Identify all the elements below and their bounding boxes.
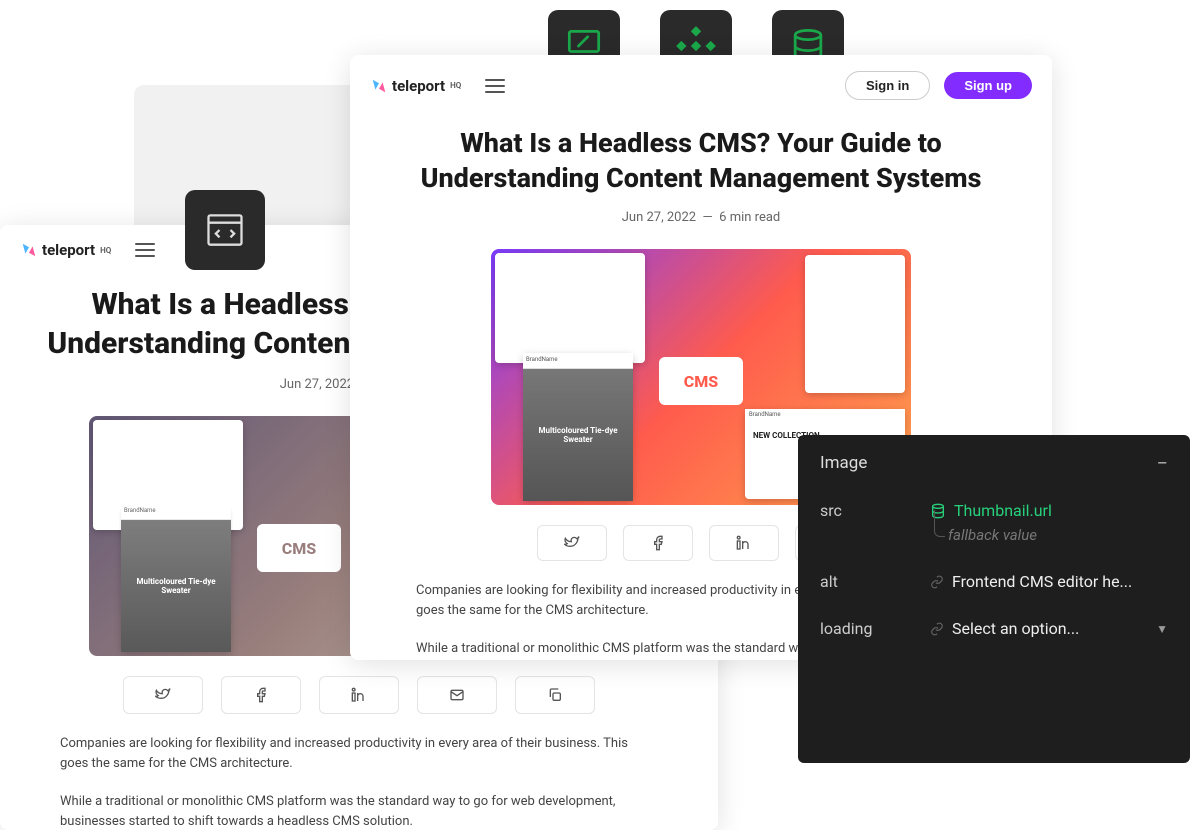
signup-button[interactable]: Sign up xyxy=(944,72,1032,99)
facebook-icon[interactable] xyxy=(623,525,693,561)
linkedin-icon[interactable] xyxy=(319,676,399,714)
article-date: Jun 27, 2022 xyxy=(280,377,354,392)
linkedin-icon[interactable] xyxy=(709,525,779,561)
props-title: Image xyxy=(820,453,867,473)
collapse-icon[interactable]: − xyxy=(1157,453,1168,473)
prop-alt-label: alt xyxy=(820,572,930,591)
prop-src-label: src xyxy=(820,501,930,520)
prop-alt-value[interactable]: Frontend CMS editor he... xyxy=(930,572,1168,591)
cms-hex-label: CMS xyxy=(659,357,743,405)
article-title: What Is a Headless CMS? Your Guide to Un… xyxy=(350,126,1052,196)
email-icon[interactable] xyxy=(417,676,497,714)
prop-loading-label: loading xyxy=(820,619,930,638)
brand-logo[interactable]: teleport HQ xyxy=(20,241,111,259)
prop-src-row: src Thumbnail.url fallback value xyxy=(820,501,1168,544)
share-row-back xyxy=(0,676,718,714)
brand-suffix: HQ xyxy=(450,81,461,90)
copy-icon[interactable] xyxy=(515,676,595,714)
article-date: Jun 27, 2022 xyxy=(622,210,696,225)
article-readtime: 6 min read xyxy=(719,210,780,225)
chevron-down-icon: ▼ xyxy=(1156,622,1168,636)
properties-panel: Image − src Thumbnail.url fallback value… xyxy=(798,435,1190,763)
article-meta: Jun 27, 2022 — 6 min read xyxy=(350,210,1052,225)
twitter-icon[interactable] xyxy=(537,525,607,561)
brand-suffix: HQ xyxy=(100,246,111,255)
signin-button[interactable]: Sign in xyxy=(845,71,930,100)
prop-alt-row: alt Frontend CMS editor he... xyxy=(820,572,1168,591)
brand-name: teleport xyxy=(42,241,95,259)
hero-new-collection: NEW COLLECTION xyxy=(101,470,184,481)
brand-name: teleport xyxy=(392,77,445,95)
prop-src-fallback[interactable]: fallback value xyxy=(948,526,1168,544)
article-p1: Companies are looking for flexibility an… xyxy=(60,734,658,774)
twitter-icon[interactable] xyxy=(123,676,203,714)
hero-new-collection: NEW COLLECTION xyxy=(503,303,586,314)
facebook-icon[interactable] xyxy=(221,676,301,714)
navbar-front: teleport HQ Sign in Sign up xyxy=(350,55,1052,116)
code-window-icon xyxy=(185,190,265,270)
prop-loading-select[interactable]: Select an option... ▼ xyxy=(930,619,1168,638)
hamburger-menu-icon[interactable] xyxy=(485,79,505,93)
brand-logo[interactable]: teleport HQ xyxy=(370,77,461,95)
cms-hex-label: CMS xyxy=(257,524,341,572)
article-p2: While a traditional or monolithic CMS pl… xyxy=(60,792,658,830)
article-body-back: Companies are looking for flexibility an… xyxy=(0,714,718,830)
props-header: Image − xyxy=(820,453,1168,473)
prop-loading-row: loading Select an option... ▼ xyxy=(820,619,1168,638)
hamburger-menu-icon[interactable] xyxy=(135,243,155,257)
prop-src-value[interactable]: Thumbnail.url xyxy=(930,501,1168,520)
